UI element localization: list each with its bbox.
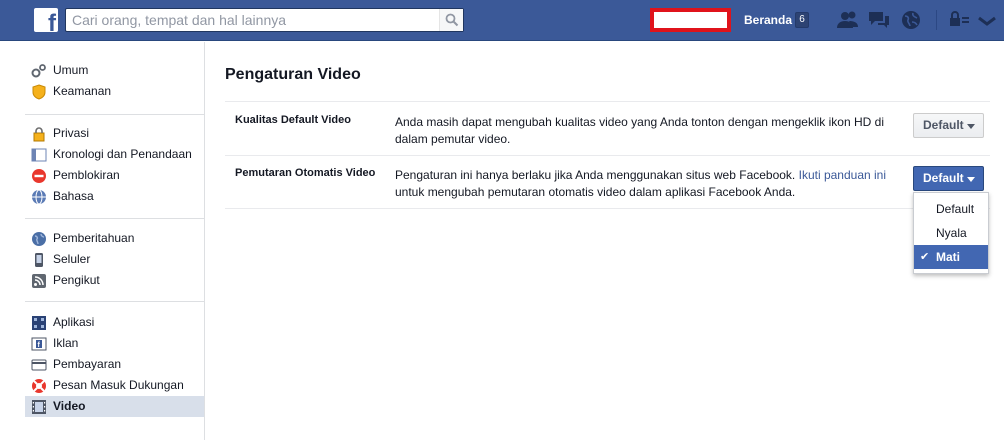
timeline-icon bbox=[31, 148, 47, 162]
sidebar-item-aplikasi[interactable]: Aplikasi bbox=[25, 312, 204, 333]
autoplay-dropdown-menu: Default Nyala ✔ Mati bbox=[913, 192, 989, 274]
sidebar-item-bahasa[interactable]: Bahasa bbox=[25, 186, 204, 207]
phone-icon bbox=[35, 253, 43, 267]
messages-icon[interactable] bbox=[867, 9, 891, 31]
setting-label: Pemutaran Otomatis Video bbox=[235, 167, 376, 179]
gears-icon bbox=[31, 64, 46, 78]
sidebar-divider bbox=[25, 218, 205, 219]
sidebar-divider bbox=[25, 301, 205, 302]
globe-icon bbox=[32, 232, 46, 246]
dropdown-option-mati[interactable]: ✔ Mati bbox=[914, 245, 988, 269]
sidebar-item-dukungan[interactable]: Pesan Masuk Dukungan bbox=[25, 375, 204, 396]
row-divider bbox=[225, 208, 990, 209]
topbar-divider bbox=[936, 10, 937, 30]
video-settings-panel: Pengaturan Video Kualitas Default Video … bbox=[205, 42, 1004, 440]
setting-label: Kualitas Default Video bbox=[235, 114, 351, 126]
caret-down-icon bbox=[967, 124, 975, 129]
guide-link[interactable]: Ikuti panduan ini bbox=[799, 168, 886, 182]
settings-sidebar: Umum Keamanan Privasi Kronologi dan Pena… bbox=[0, 42, 205, 440]
top-bar: f Beranda 6 bbox=[0, 0, 1004, 41]
lock-icon bbox=[33, 127, 45, 142]
page-title: Pengaturan Video bbox=[225, 66, 361, 83]
rss-icon bbox=[32, 274, 46, 288]
ads-icon: f bbox=[31, 337, 47, 351]
home-count-badge: 6 bbox=[795, 12, 809, 28]
quality-default-button[interactable]: Default bbox=[913, 113, 984, 138]
sidebar-item-pengikut[interactable]: Pengikut bbox=[25, 270, 204, 291]
checkmark-icon: ✔ bbox=[920, 251, 930, 263]
privacy-shortcuts-icon[interactable] bbox=[947, 9, 971, 31]
account-settings-icon[interactable] bbox=[975, 9, 999, 31]
sidebar-item-umum[interactable]: Umum bbox=[25, 60, 204, 81]
shield-icon bbox=[32, 84, 46, 100]
redacted-profile-area[interactable] bbox=[650, 8, 731, 32]
sidebar-item-pembayaran[interactable]: Pembayaran bbox=[25, 354, 204, 375]
sidebar-item-seluler[interactable]: Seluler bbox=[25, 249, 204, 270]
dropdown-option-default[interactable]: Default bbox=[914, 197, 988, 221]
search-icon bbox=[445, 13, 459, 27]
facebook-logo[interactable]: f bbox=[34, 8, 58, 32]
search-input[interactable] bbox=[72, 11, 432, 29]
block-icon bbox=[32, 169, 46, 183]
sidebar-item-pemberitahuan[interactable]: Pemberitahuan bbox=[25, 228, 204, 249]
title-divider bbox=[225, 101, 990, 102]
setting-description: Pengaturan ini hanya berlaku jika Anda m… bbox=[395, 168, 887, 199]
film-icon bbox=[32, 400, 46, 414]
friend-requests-icon[interactable] bbox=[836, 9, 860, 31]
sidebar-item-pemblokiran[interactable]: Pemblokiran bbox=[25, 165, 204, 186]
sidebar-item-privasi[interactable]: Privasi bbox=[25, 123, 204, 144]
caret-down-icon bbox=[967, 177, 975, 182]
sidebar-item-keamanan[interactable]: Keamanan bbox=[25, 81, 204, 102]
sidebar-divider bbox=[25, 114, 205, 115]
dropdown-option-nyala[interactable]: Nyala bbox=[914, 221, 988, 245]
lifebuoy-icon bbox=[32, 379, 46, 393]
row-divider bbox=[225, 155, 990, 156]
setting-description: Anda masih dapat mengubah kualitas video… bbox=[395, 115, 884, 146]
search-button[interactable] bbox=[439, 9, 463, 31]
home-link[interactable]: Beranda bbox=[744, 13, 792, 27]
notifications-globe-icon[interactable] bbox=[899, 9, 923, 31]
sidebar-item-iklan[interactable]: f Iklan bbox=[25, 333, 204, 354]
search-box bbox=[65, 8, 464, 32]
globe-icon bbox=[32, 189, 46, 205]
sidebar-item-kronologi[interactable]: Kronologi dan Penandaan bbox=[25, 144, 204, 165]
sidebar-item-video[interactable]: Video bbox=[25, 396, 204, 417]
apps-icon bbox=[32, 316, 46, 330]
autoplay-default-button[interactable]: Default bbox=[913, 166, 984, 191]
card-icon bbox=[31, 359, 47, 371]
